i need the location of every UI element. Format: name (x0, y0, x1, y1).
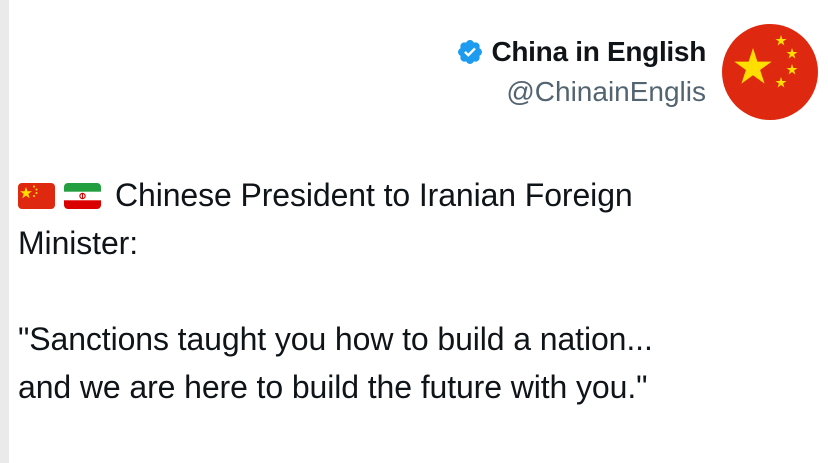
left-border (0, 0, 9, 463)
tweet-text: Chinese President to Iranian Foreign Min… (18, 171, 818, 411)
author-info[interactable]: China in English @ChinainEnglis (456, 32, 706, 112)
tweet-line-1: Chinese President to Iranian Foreign (18, 171, 818, 219)
display-name[interactable]: China in English (491, 36, 706, 68)
china-flag-icon (18, 183, 55, 209)
display-name-row: China in English (456, 32, 706, 72)
tweet-line-3: "Sanctions taught you how to build a nat… (18, 321, 653, 357)
verified-badge-icon (456, 38, 484, 66)
user-handle[interactable]: @ChinainEnglis (506, 72, 706, 112)
avatar[interactable] (722, 24, 818, 120)
tweet-line-4: and we are here to build the future with… (18, 369, 648, 405)
tweet-line-1-text: Chinese President to Iranian Foreign (115, 177, 633, 213)
tweet-header: China in English @ChinainEnglis (456, 24, 818, 120)
china-flag-icon (722, 24, 818, 120)
iran-flag-icon (64, 183, 101, 209)
tweet-line-2: Minister: (18, 225, 139, 261)
